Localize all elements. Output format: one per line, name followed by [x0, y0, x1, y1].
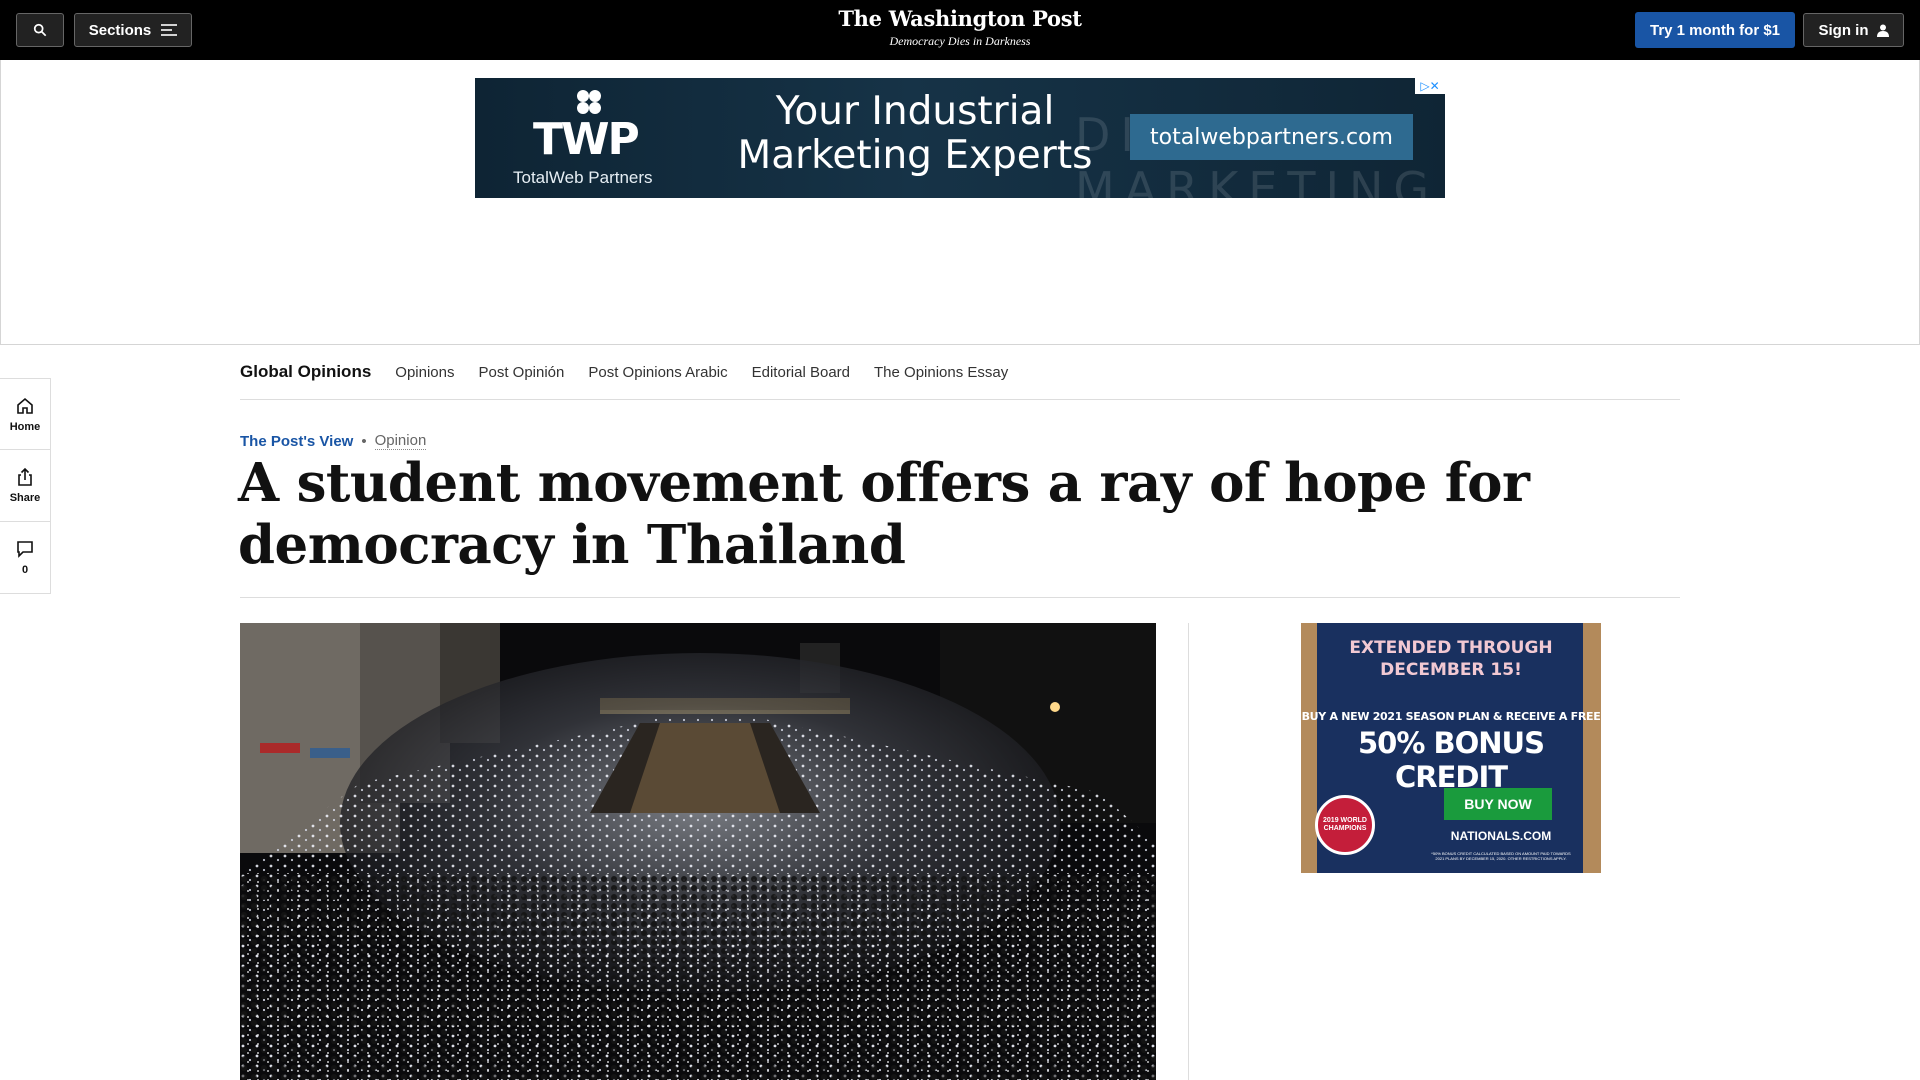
share-label: Share	[9, 492, 41, 504]
kicker-separator: •	[361, 432, 367, 450]
logo-tagline: Democracy Dies in Darkness	[889, 34, 1031, 48]
share-icon	[18, 467, 32, 486]
nav-item-editorial-board[interactable]: Editorial Board	[752, 364, 850, 381]
side-ad-offer: BUY A NEW 2021 SEASON PLAN & RECEIVE A F…	[1301, 710, 1601, 723]
side-ad-fine-print: *50% BONUS CREDIT CALCULATED BASED ON AM…	[1431, 851, 1571, 861]
left-rail: Home Share 0	[0, 378, 51, 594]
share-button[interactable]: Share	[0, 450, 51, 522]
banner-url: totalwebpartners.com	[1130, 114, 1413, 160]
article-kicker: The Post's View • Opinion	[240, 432, 427, 450]
home-button[interactable]: Home	[0, 378, 51, 450]
article-photo[interactable]	[240, 623, 1156, 1080]
logo-wordmark: The Washington Post	[838, 6, 1082, 31]
home-label: Home	[9, 420, 41, 433]
comments-button[interactable]: 0	[0, 522, 51, 594]
search-button[interactable]	[16, 13, 64, 47]
side-ad[interactable]: EXTENDED THROUGH DECEMBER 15! BUY A NEW …	[1301, 623, 1601, 873]
sign-in-button[interactable]: Sign in	[1803, 13, 1904, 47]
sign-in-label: Sign in	[1818, 21, 1869, 39]
protest-crowd-image	[240, 623, 1156, 1080]
nav-item-post-opinion[interactable]: Post Opinión	[478, 364, 564, 381]
banner-headline: Your Industrial Marketing Experts	[737, 89, 1093, 178]
user-icon	[1876, 24, 1889, 37]
section-nav: Global Opinions Opinions Post Opinión Po…	[240, 345, 1680, 400]
sections-button[interactable]: Sections	[74, 13, 192, 47]
search-icon	[33, 23, 47, 37]
side-ad-url: NATIONALS.COM	[1450, 829, 1552, 843]
nav-item-post-opinions-arabic[interactable]: Post Opinions Arabic	[588, 364, 727, 381]
top-bar: Sections The Washington Post Democracy D…	[0, 0, 1920, 60]
adchoices-icon[interactable]: ▷✕	[1415, 78, 1445, 94]
kicker-label[interactable]: The Post's View	[240, 433, 353, 450]
site-logo[interactable]: The Washington Post Democracy Dies in Da…	[760, 6, 1160, 49]
world-champions-badge-icon: 2019 WORLD CHAMPIONS	[1315, 795, 1375, 855]
nav-item-opinions-essay[interactable]: The Opinions Essay	[874, 364, 1008, 381]
comment-icon	[17, 541, 33, 558]
headline-divider	[240, 597, 1680, 598]
banner-brand-full: TotalWeb Partners	[513, 168, 653, 187]
column-divider	[1188, 623, 1189, 1080]
menu-icon	[161, 24, 178, 36]
article-headline: A student movement offers a ray of hope …	[238, 452, 1530, 576]
opinion-tag[interactable]: Opinion	[374, 432, 427, 450]
side-ad-bonus: 50% BONUS CREDIT	[1358, 726, 1545, 794]
banner-brand-short: TWP	[533, 114, 640, 165]
subscribe-button[interactable]: Try 1 month for $1	[1635, 12, 1795, 48]
banner-ad[interactable]: DIGITAL MARKETING TWP TotalWeb Partners …	[475, 78, 1445, 198]
section-title-global-opinions[interactable]: Global Opinions	[240, 362, 371, 382]
home-icon	[17, 397, 33, 414]
buy-now-button[interactable]: BUY NOW	[1444, 788, 1552, 820]
sections-label: Sections	[88, 21, 152, 39]
nav-item-opinions[interactable]: Opinions	[395, 364, 454, 381]
comments-count: 0	[21, 564, 29, 576]
side-ad-headline: EXTENDED THROUGH DECEMBER 15!	[1349, 638, 1553, 680]
